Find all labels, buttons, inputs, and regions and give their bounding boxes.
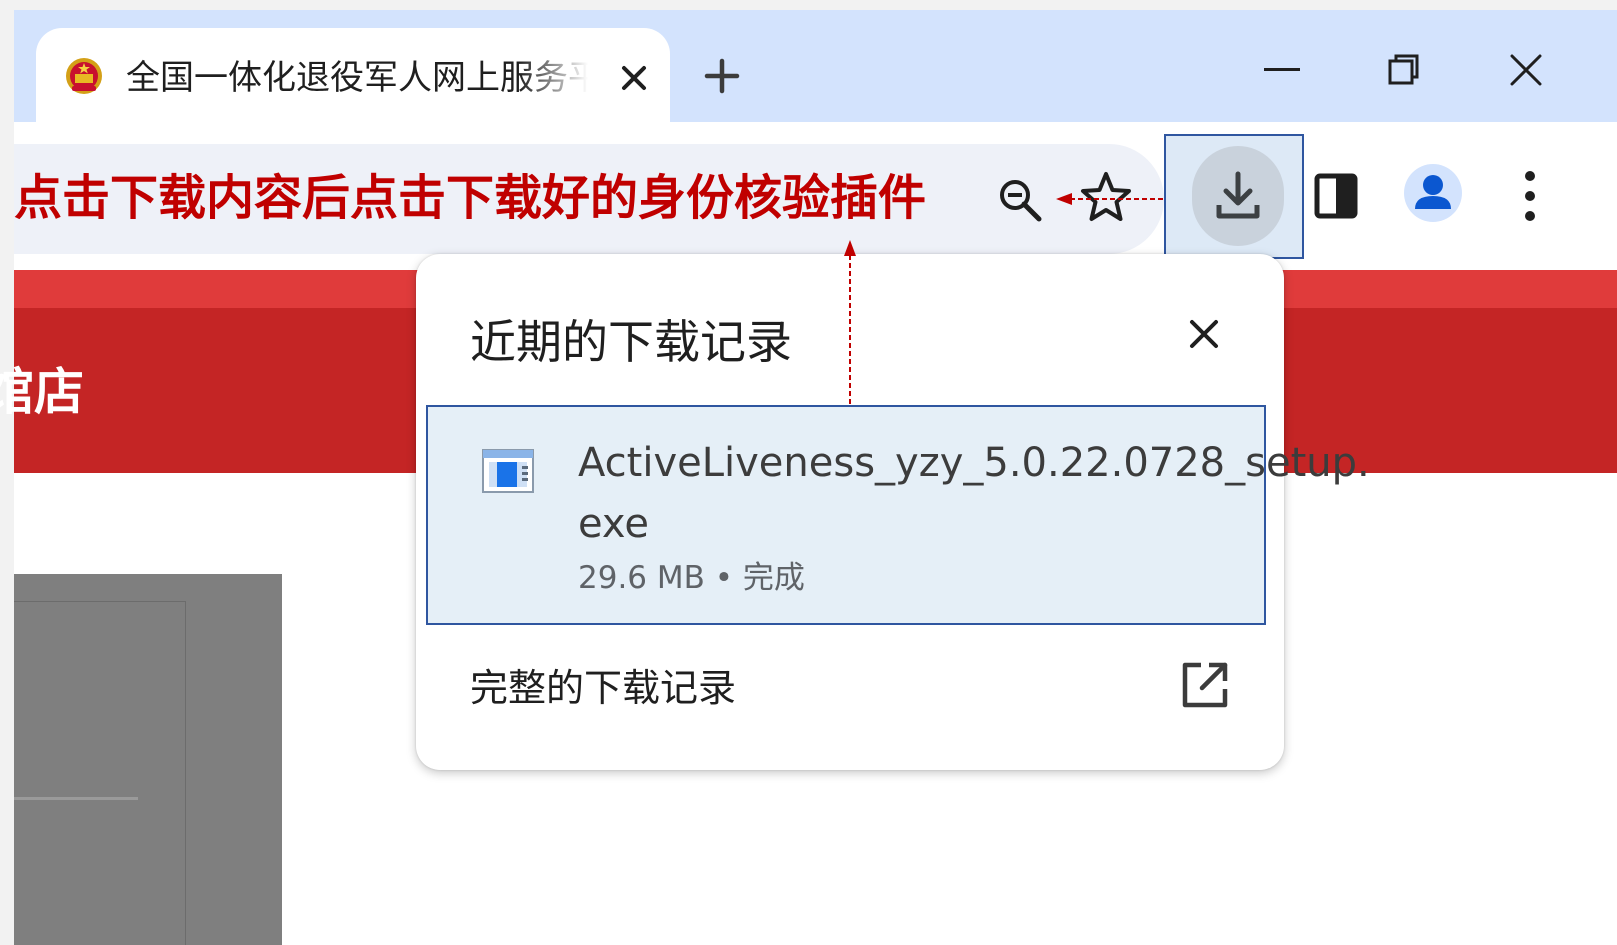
- page-overlay-divider: [14, 797, 138, 800]
- page-header-text: 馆店: [0, 363, 84, 421]
- page-overlay-inner: [14, 601, 186, 945]
- tab-close-icon[interactable]: [606, 50, 662, 106]
- bubble-close-button[interactable]: [1176, 306, 1232, 362]
- close-icon: [1510, 54, 1542, 86]
- bookmark-star-icon[interactable]: [1078, 168, 1134, 228]
- more-menu-icon[interactable]: [1514, 168, 1546, 224]
- close-icon: [1190, 320, 1218, 348]
- window-frame-top: [0, 0, 1617, 10]
- zoom-icon[interactable]: [996, 176, 1044, 224]
- plus-icon: [704, 58, 740, 94]
- full-download-history-link[interactable]: 完整的下载记录: [470, 660, 870, 716]
- profile-icon: [1415, 175, 1451, 209]
- restore-icon: [1388, 54, 1419, 85]
- maximize-button[interactable]: [1364, 34, 1444, 106]
- download-file-name: ActiveLiveness_yzy_5.0.22.0728_setup.: [578, 440, 1370, 486]
- active-tab[interactable]: 全国一体化退役军人网上服务平: [36, 28, 670, 132]
- side-panel-icon[interactable]: [1314, 172, 1358, 220]
- open-in-new-icon[interactable]: [1180, 660, 1230, 710]
- new-tab-button[interactable]: [690, 44, 754, 108]
- tab-title: 全国一体化退役军人网上服务平: [126, 58, 588, 98]
- window-frame-left: [0, 0, 14, 945]
- national-emblem-icon: [64, 54, 104, 98]
- download-icon: [1216, 171, 1260, 219]
- download-button[interactable]: [1192, 146, 1284, 246]
- minimize-icon: [1264, 68, 1300, 71]
- tab-strip: 全国一体化退役军人网上服务平: [14, 10, 1617, 132]
- profile-avatar[interactable]: [1404, 164, 1462, 222]
- annotation-instruction: 点击下载内容后点击下载好的身份核验插件: [14, 170, 927, 226]
- installer-file-icon: [482, 448, 534, 494]
- download-file-meta: 29.6 MB • 完成: [578, 560, 805, 596]
- downloads-bubble-title: 近期的下载记录: [470, 315, 792, 369]
- screen: 全国一体化退役军人网上服务平 点击下载内容后点击下载好的身份核验插件 馆店 近期…: [0, 0, 1617, 945]
- minimize-button[interactable]: [1242, 34, 1322, 106]
- window-close-button[interactable]: [1486, 34, 1566, 106]
- download-file-name-cont: exe: [578, 501, 649, 547]
